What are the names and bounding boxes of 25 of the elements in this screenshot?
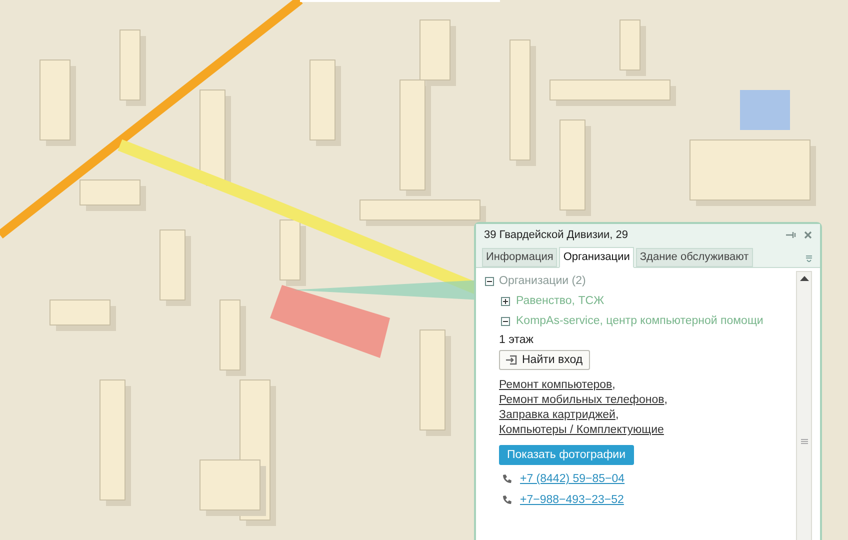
enter-icon [506,355,517,365]
category-link[interactable]: Ремонт мобильных телефонов [499,394,664,406]
category-list: Ремонт компьютеров, Ремонт мобильных телефонов, Заправка картриджей, Компьютеры / Комплектующие [499,378,769,438]
category-link[interactable]: Ремонт компьютеров [499,379,612,391]
phone-icon [502,495,512,505]
scroll-up-icon[interactable] [800,276,808,281]
popup-title: 39 Гвардейской Дивизии, 29 [484,228,630,243]
grip-icon [800,439,808,445]
phone-link[interactable]: +7−988−493−23−52 [520,493,624,507]
find-entrance-button[interactable]: Найти вход [499,350,590,370]
tab[interactable]: Здание обслуживают [636,248,753,267]
floor-text: 1 этаж [499,333,534,347]
scrollbar[interactable] [796,271,812,540]
pin-icon[interactable] [786,231,796,239]
phone-link[interactable]: +7 (8442) 59−85−04 [520,472,625,486]
tab[interactable]: Информация [482,248,558,267]
tab[interactable]: Организации [559,247,634,268]
menu-icon[interactable] [806,255,812,262]
category-link[interactable]: Компьютеры / Комплектующие [499,424,664,436]
close-icon[interactable] [804,231,812,239]
category-link[interactable]: Заправка картриджей [499,409,616,421]
collapse-icon[interactable] [501,316,510,326]
expand-icon[interactable] [501,296,510,306]
collapse-icon[interactable] [485,276,494,286]
phone-icon [502,474,512,484]
